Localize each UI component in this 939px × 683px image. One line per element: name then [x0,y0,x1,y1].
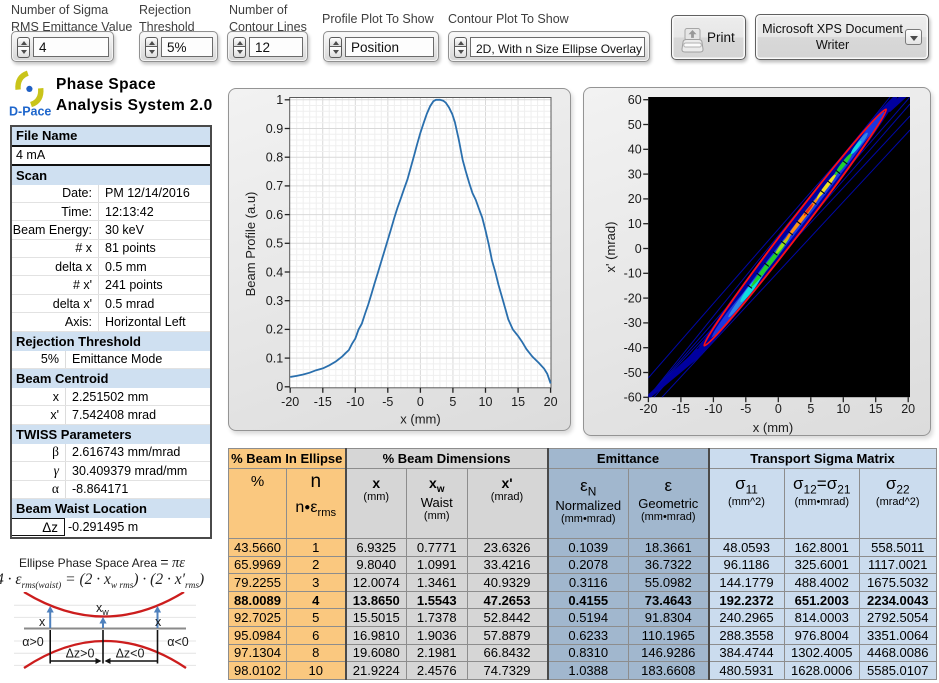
svg-text:0: 0 [276,380,283,394]
svg-text:-30: -30 [624,316,642,330]
svg-text:20: 20 [543,394,557,408]
svg-text:D-Pace: D-Pace [9,105,51,119]
svg-text:20: 20 [901,402,915,416]
svg-text:-20: -20 [281,394,299,408]
svg-text:0: 0 [775,402,782,416]
svg-text:5: 5 [807,402,814,416]
svg-text:x (mm): x (mm) [400,411,440,426]
svg-text:-5: -5 [382,394,393,408]
svg-text:-15: -15 [313,394,331,408]
svg-text:α<0: α<0 [167,635,189,649]
svg-text:0.9: 0.9 [265,121,282,135]
svg-text:-20: -20 [624,291,642,305]
svg-text:-20: -20 [639,402,657,416]
svg-text:10: 10 [628,217,642,231]
svg-text:x' (mrad): x' (mrad) [603,222,618,273]
svg-text:Δz>0: Δz>0 [66,647,95,661]
svg-text:30: 30 [628,167,642,181]
svg-text:15: 15 [511,394,525,408]
svg-text:-5: -5 [740,402,751,416]
svg-text:-10: -10 [346,394,364,408]
svg-text:0.5: 0.5 [265,236,282,250]
svg-text:-40: -40 [624,341,642,355]
svg-text:0.8: 0.8 [265,150,282,164]
svg-text:10: 10 [478,394,492,408]
svg-text:-50: -50 [624,366,642,380]
svg-text:x: x [39,615,46,629]
svg-text:xw: xw [96,601,109,617]
svg-text:0: 0 [635,242,642,256]
svg-text:0.4: 0.4 [265,265,282,279]
svg-text:50: 50 [628,118,642,132]
svg-text:Δz<0: Δz<0 [116,647,145,661]
svg-text:-10: -10 [624,267,642,281]
svg-text:40: 40 [628,143,642,157]
svg-text:Beam Profile (a.u): Beam Profile (a.u) [243,191,258,296]
svg-text:0.1: 0.1 [265,351,282,365]
svg-text:x (mm): x (mm) [753,420,793,435]
svg-text:α>0: α>0 [22,635,44,649]
svg-text:10: 10 [836,402,850,416]
svg-text:-10: -10 [704,402,722,416]
svg-text:20: 20 [628,192,642,206]
svg-text:60: 60 [628,93,642,107]
svg-text:x: x [155,615,162,629]
svg-text:15: 15 [869,402,883,416]
svg-text:-15: -15 [672,402,690,416]
svg-text:1: 1 [276,93,283,107]
svg-text:0.2: 0.2 [265,322,282,336]
svg-text:0.6: 0.6 [265,207,282,221]
svg-text:0: 0 [416,394,423,408]
svg-text:0.3: 0.3 [265,294,282,308]
svg-text:5: 5 [449,394,456,408]
svg-text:0.7: 0.7 [265,179,282,193]
